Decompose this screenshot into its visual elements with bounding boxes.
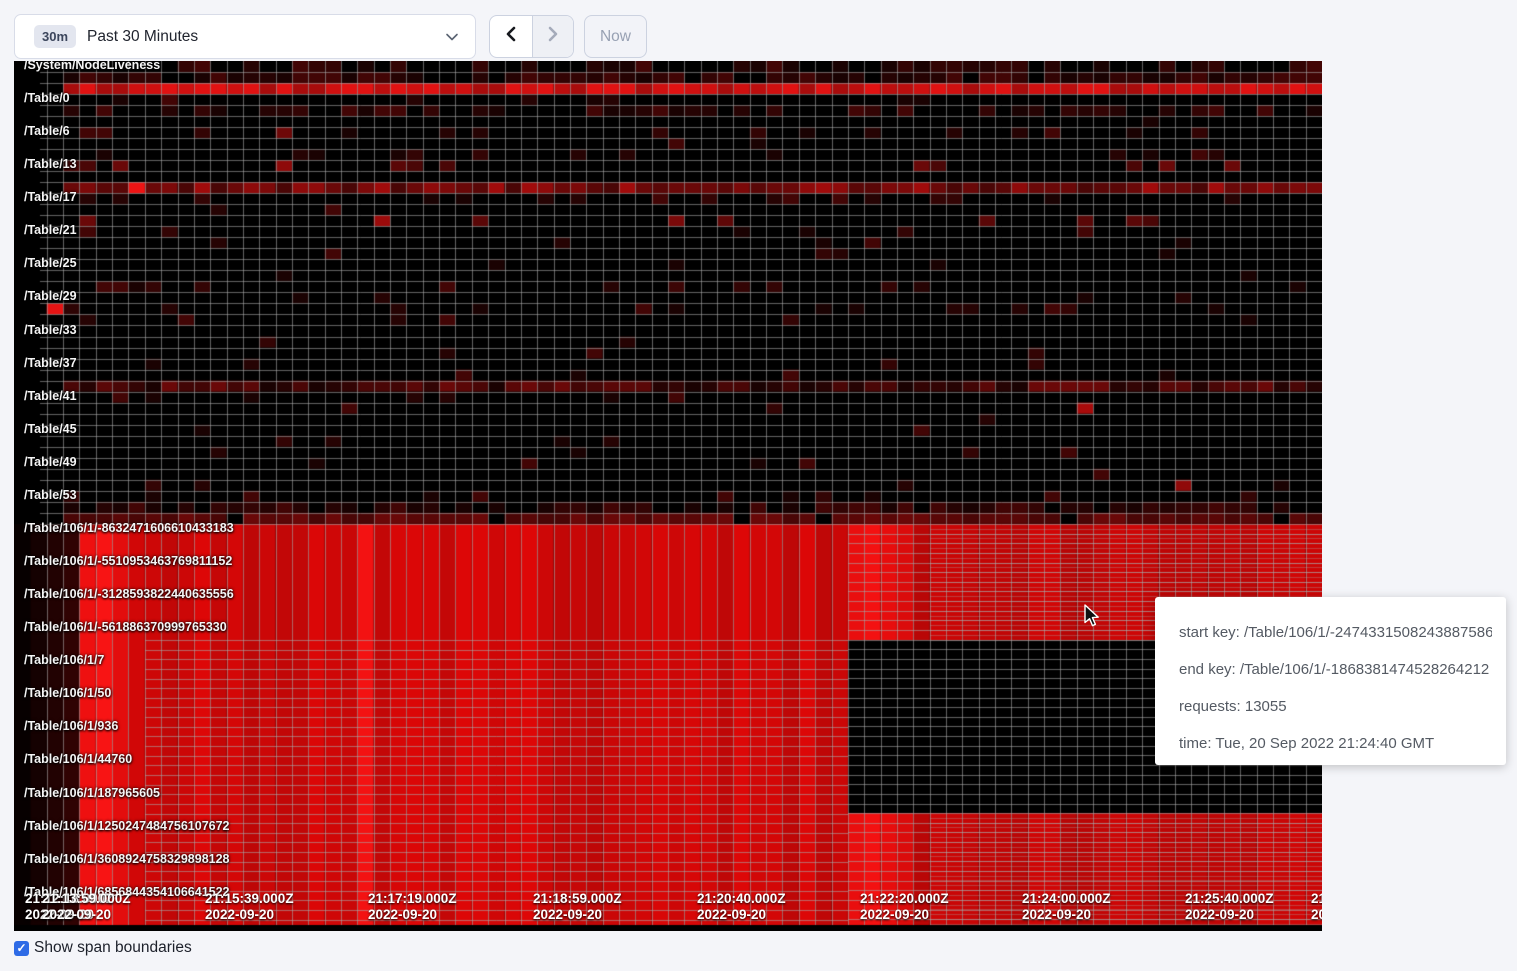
tooltip-time: time: Tue, 20 Sep 2022 21:24:40 GMT <box>1179 732 1492 755</box>
time-range-dropdown[interactable]: 30m Past 30 Minutes <box>14 14 476 59</box>
span-tooltip: start key: /Table/106/1/-247433150824388… <box>1155 597 1506 765</box>
chevron-left-icon <box>504 26 518 47</box>
tooltip-end-key: end key: /Table/106/1/-18683814745282642… <box>1179 658 1492 681</box>
show-span-boundaries-label: Show span boundaries <box>34 939 192 957</box>
show-span-boundaries-checkbox[interactable]: ✓ <box>14 941 29 956</box>
time-range-label: Past 30 Minutes <box>87 28 198 46</box>
tooltip-start-key: start key: /Table/106/1/-247433150824388… <box>1179 621 1492 644</box>
chevron-right-icon <box>546 26 560 47</box>
now-button[interactable]: Now <box>584 15 647 58</box>
chevron-down-icon <box>445 30 459 49</box>
key-visualizer-chart: /System/NodeLiveness/Table/0/Table/6/Tab… <box>14 61 1322 931</box>
key-visualizer-heatmap[interactable] <box>14 61 1322 931</box>
time-nav-group <box>489 15 574 58</box>
prev-time-button[interactable] <box>490 16 532 57</box>
next-time-button[interactable] <box>532 16 574 57</box>
footer: ✓ Show span boundaries <box>14 939 192 957</box>
now-button-label: Now <box>600 28 631 46</box>
time-scale-badge: 30m <box>34 25 76 48</box>
tooltip-requests: requests: 13055 <box>1179 695 1492 718</box>
